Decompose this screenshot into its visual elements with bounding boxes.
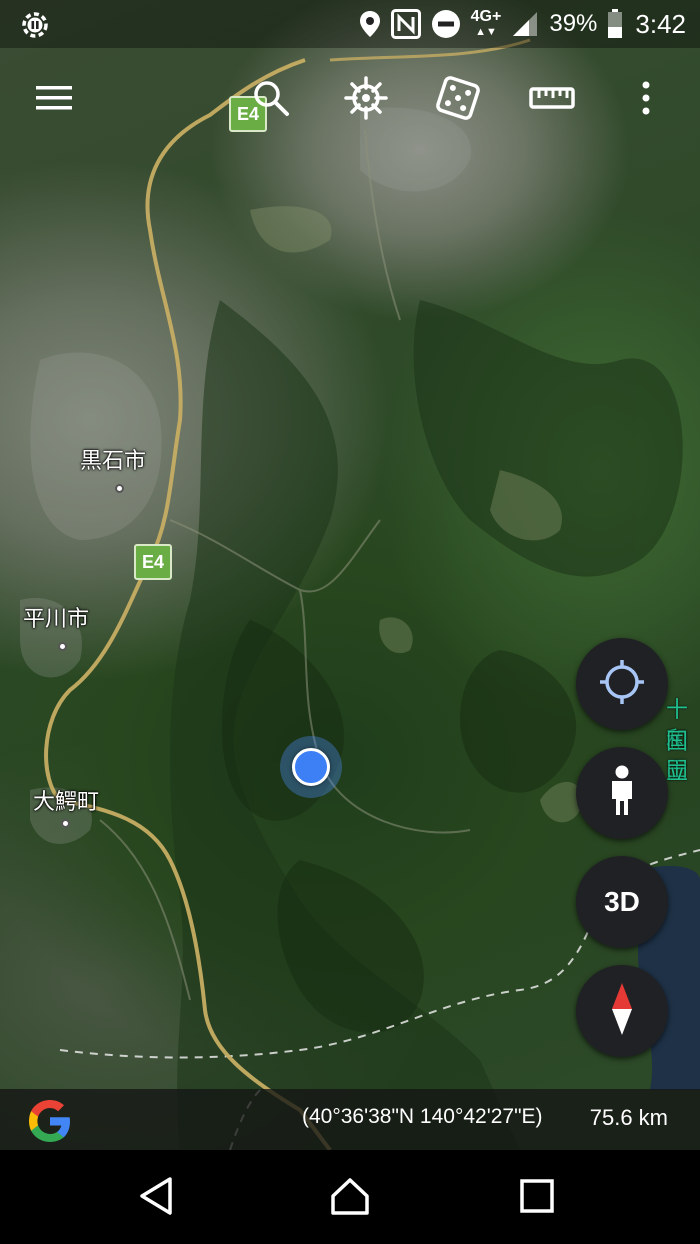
route-shield-e4-middle: E4 [134, 544, 172, 580]
more-vert-icon [641, 81, 651, 119]
battery-icon [607, 9, 623, 39]
home-button[interactable] [324, 1172, 376, 1224]
nfc-icon [390, 9, 421, 39]
map-info-bar: (40°36'38"N 140°42'27"E) 75.6 km [0, 1089, 700, 1151]
current-location-marker[interactable] [292, 748, 330, 786]
voyager-button[interactable] [336, 68, 396, 132]
town-marker-hirakawa[interactable] [58, 642, 67, 651]
back-icon [138, 1176, 174, 1220]
town-marker-kuroishi[interactable] [115, 484, 124, 493]
compass-button[interactable] [576, 965, 668, 1057]
park-label-line2[interactable]: 国立 [666, 728, 700, 788]
location-icon [359, 10, 381, 38]
voyager-icon [344, 76, 388, 124]
place-label-hirakawa[interactable]: 平川市 [23, 601, 89, 633]
compass-icon [610, 981, 634, 1041]
network-type: 4G+ ▲▼ [470, 7, 502, 38]
more-options-button[interactable] [616, 68, 676, 132]
recents-button[interactable] [511, 1172, 563, 1224]
status-bar: 4G+ ▲▼ 39% 3:42 [0, 0, 700, 48]
clock: 3:42 [635, 8, 686, 39]
camera-distance: 75.6 km [589, 1105, 668, 1130]
battery-percent: 39% [549, 10, 598, 37]
search-button[interactable] [241, 68, 301, 132]
home-icon [329, 1176, 371, 1220]
top-toolbar [0, 68, 700, 132]
random-dice-icon [436, 76, 480, 124]
feeling-lucky-button[interactable] [428, 68, 488, 132]
my-location-icon [597, 657, 647, 711]
do-not-disturb-icon [431, 9, 461, 39]
street-view-button[interactable] [576, 747, 668, 839]
3d-toggle-button[interactable]: 3D [576, 856, 668, 948]
place-label-kuroishi[interactable]: 黒石市 [80, 443, 146, 475]
recents-icon [520, 1179, 554, 1217]
search-icon [252, 79, 290, 121]
system-nav-bar [0, 1150, 700, 1244]
signal-icon [511, 10, 539, 38]
place-label-owani[interactable]: 大鰐町 [33, 784, 99, 816]
3d-label: 3D [604, 886, 640, 917]
menu-icon [35, 84, 73, 116]
town-marker-owani[interactable] [61, 819, 70, 828]
back-button[interactable] [130, 1172, 182, 1224]
my-location-button[interactable] [576, 638, 668, 730]
google-logo-icon [26, 1097, 74, 1145]
menu-button[interactable] [24, 68, 84, 132]
coordinates-readout: (40°36'38"N 140°42'27"E) [302, 1105, 543, 1128]
measure-ruler-icon [529, 85, 575, 115]
sync-icon [18, 8, 52, 42]
pegman-icon [607, 765, 637, 821]
measure-button[interactable] [522, 68, 582, 132]
